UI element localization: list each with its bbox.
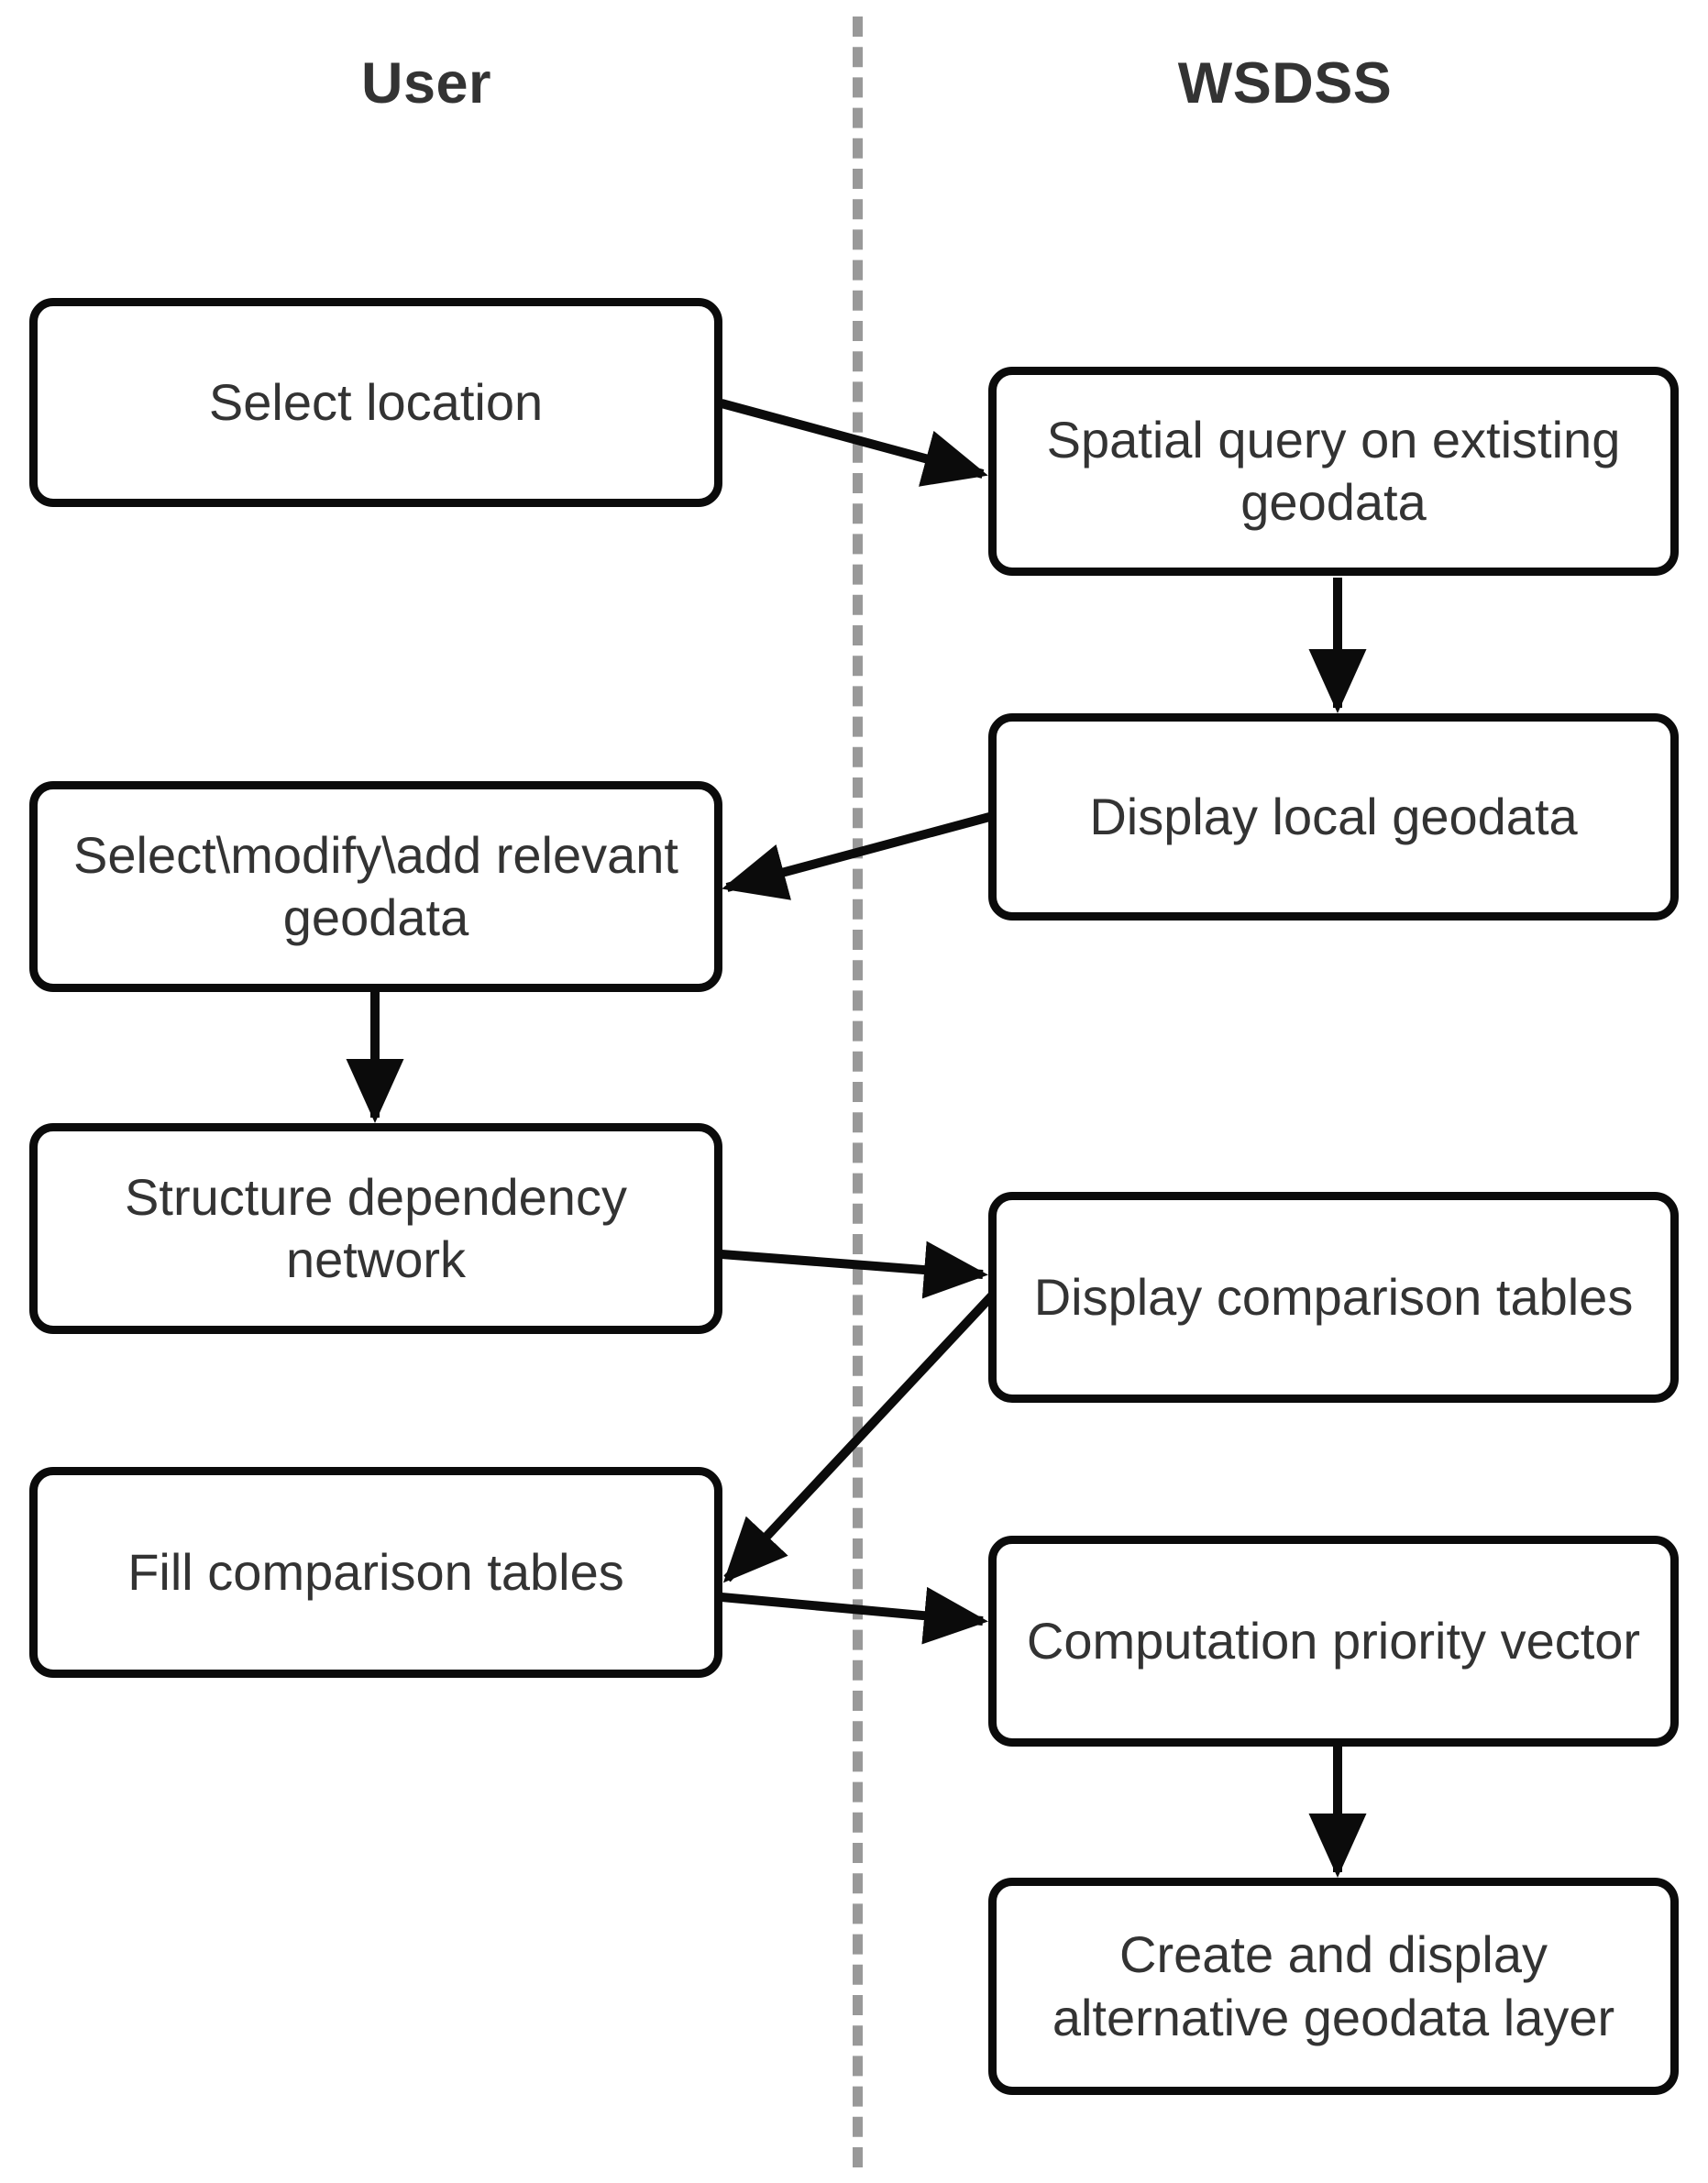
node-spatial-query[interactable]: Spatial query on extisting geodata bbox=[988, 367, 1679, 576]
node-select-location-label: Select location bbox=[208, 372, 544, 431]
node-select-modify-add[interactable]: Select\modify\add relevant geodata bbox=[29, 781, 722, 992]
node-computation-priority-label: Computation priority vector bbox=[1026, 1611, 1641, 1670]
node-display-local-geodata-label: Display local geodata bbox=[1089, 787, 1578, 845]
flowchart-canvas: User WSDSS Select location Spatial query… bbox=[0, 0, 1708, 2183]
node-computation-priority[interactable]: Computation priority vector bbox=[988, 1536, 1679, 1747]
node-fill-comparison[interactable]: Fill comparison tables bbox=[29, 1467, 722, 1678]
node-structure-dependency[interactable]: Structure dependency network bbox=[29, 1123, 722, 1334]
lane-header-wsdss: WSDSS bbox=[1177, 51, 1393, 116]
node-display-comparison[interactable]: Display comparison tables bbox=[988, 1192, 1679, 1403]
node-display-local-geodata[interactable]: Display local geodata bbox=[988, 713, 1679, 921]
node-display-comparison-label: Display comparison tables bbox=[1033, 1267, 1634, 1326]
node-select-modify-add-label: Select\modify\add relevant geodata bbox=[73, 825, 678, 946]
node-select-location[interactable]: Select location bbox=[29, 298, 722, 507]
lane-divider bbox=[853, 17, 863, 2167]
node-create-alternative[interactable]: Create and display alternative geodata l… bbox=[988, 1878, 1679, 2095]
node-create-alternative-label: Create and display alternative geodata l… bbox=[1052, 1925, 1615, 2046]
node-structure-dependency-label: Structure dependency network bbox=[125, 1167, 627, 1288]
lane-header-user: User bbox=[360, 51, 492, 116]
node-spatial-query-label: Spatial query on extisting geodata bbox=[1046, 410, 1621, 531]
node-fill-comparison-label: Fill comparison tables bbox=[127, 1542, 624, 1601]
